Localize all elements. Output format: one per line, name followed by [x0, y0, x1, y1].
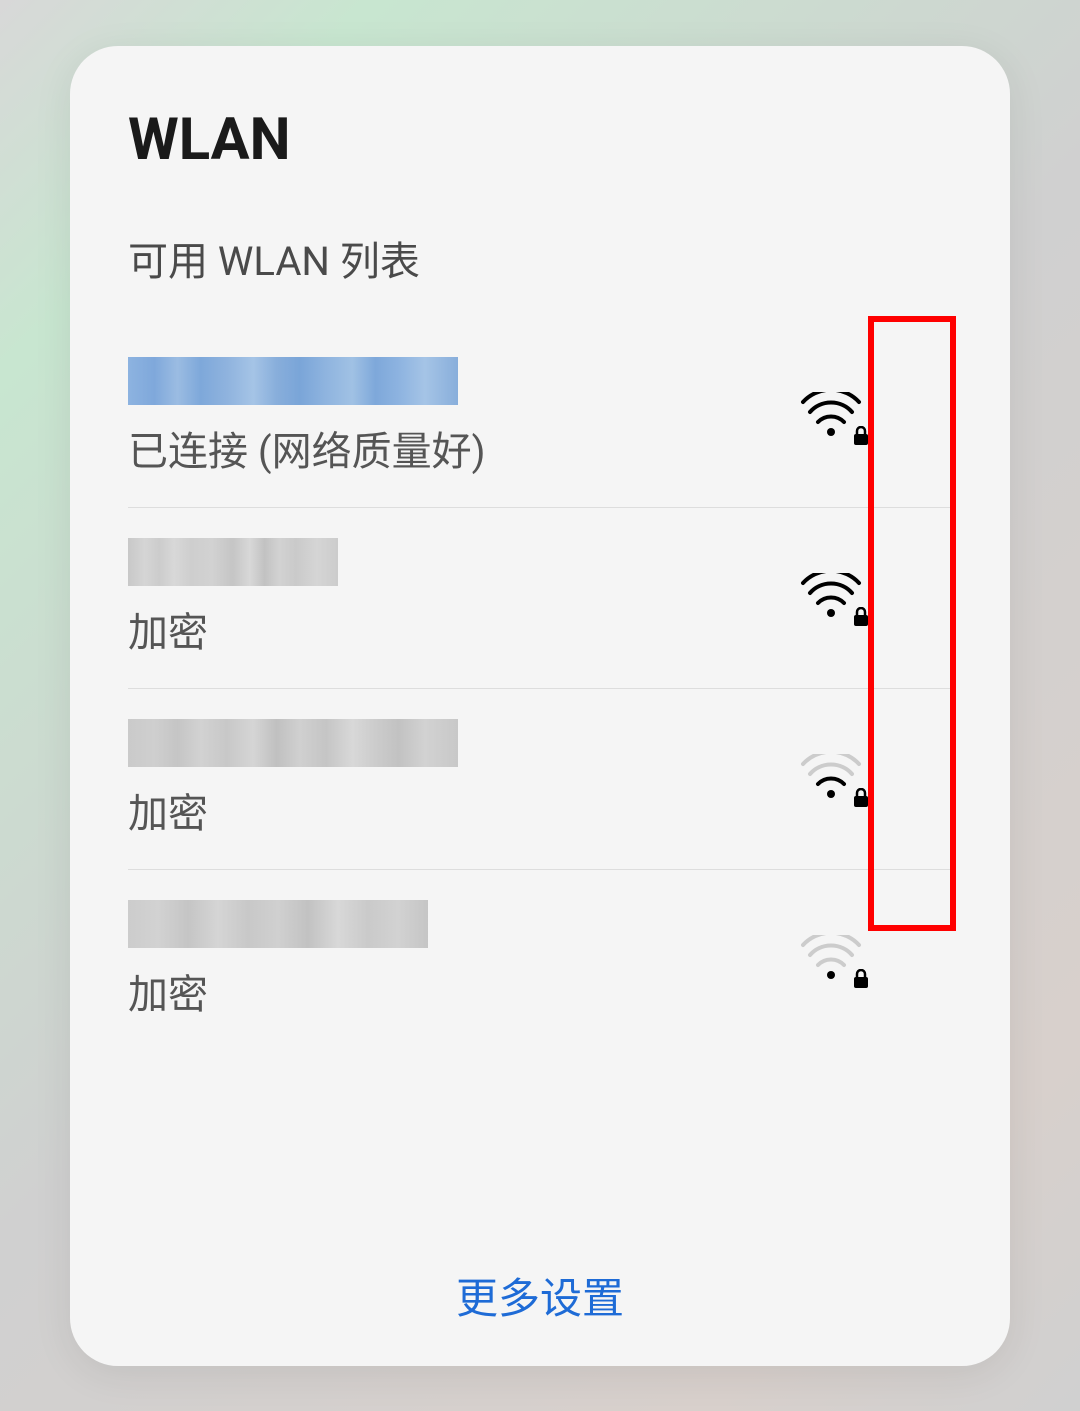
- available-networks-label: 可用 WLAN 列表: [128, 229, 952, 287]
- wifi-network-item[interactable]: 已连接 (网络质量好): [128, 327, 952, 508]
- wifi-signal-icon: [800, 392, 862, 442]
- wifi-status-label: 加密: [128, 781, 458, 839]
- wifi-name-redacted: [128, 719, 458, 767]
- wifi-signal-icon: [800, 935, 862, 985]
- wifi-network-item[interactable]: 加密: [128, 689, 952, 870]
- wifi-name-redacted: [128, 900, 428, 948]
- lock-icon: [852, 969, 870, 989]
- wifi-status-label: 已连接 (网络质量好): [128, 419, 486, 477]
- wifi-status-label: 加密: [128, 600, 338, 658]
- wifi-network-item[interactable]: 加密: [128, 870, 952, 1050]
- lock-icon: [852, 426, 870, 446]
- wlan-card: WLAN 可用 WLAN 列表 已连接 (网络质量好): [70, 46, 1010, 1366]
- lock-icon: [852, 607, 870, 627]
- wifi-name-redacted: [128, 538, 338, 586]
- wifi-name-redacted: [128, 357, 458, 405]
- wifi-signal-icon: [800, 754, 862, 804]
- wifi-network-list: 已连接 (网络质量好): [128, 327, 952, 1240]
- more-settings-container: 更多设置: [128, 1240, 952, 1336]
- lock-icon: [852, 788, 870, 808]
- more-settings-link[interactable]: 更多设置: [456, 1275, 624, 1324]
- wifi-network-item[interactable]: 加密: [128, 508, 952, 689]
- page-title: WLAN: [128, 106, 952, 174]
- wifi-signal-icon: [800, 573, 862, 623]
- wifi-status-label: 加密: [128, 962, 428, 1020]
